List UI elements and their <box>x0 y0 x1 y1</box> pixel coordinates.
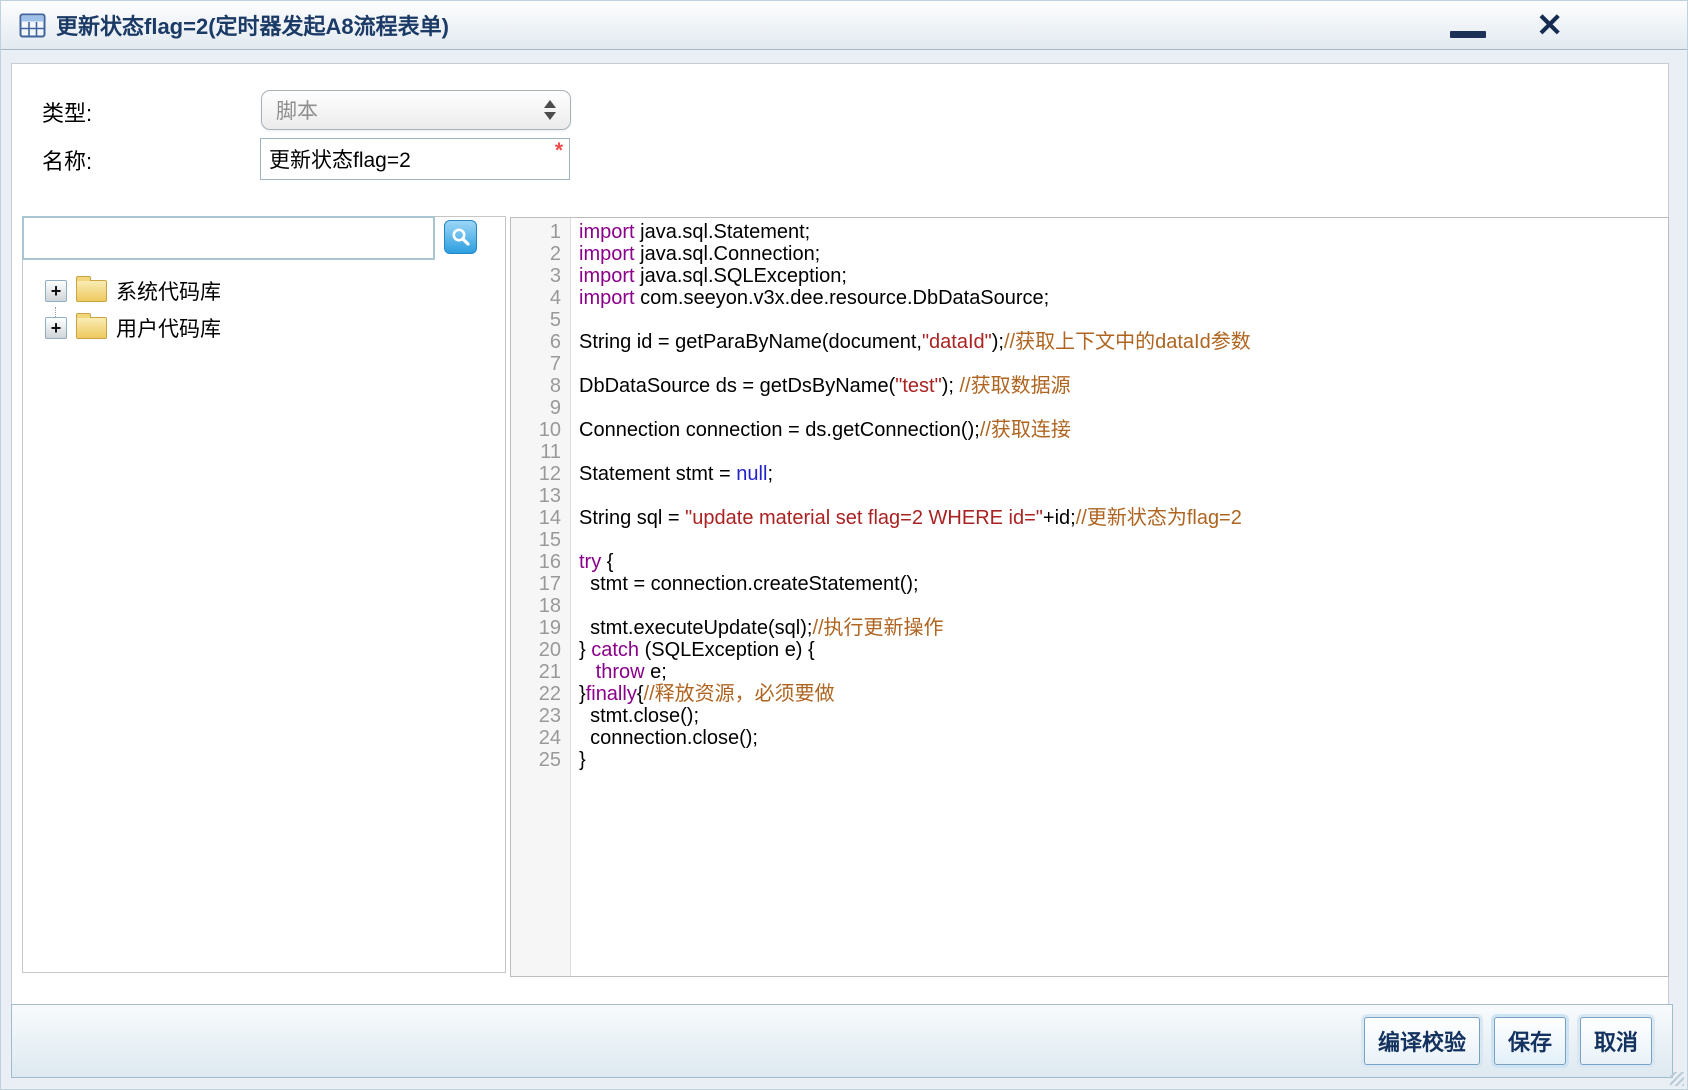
code-line: stmt.executeUpdate(sql);//执行更新操作 <box>579 617 1668 639</box>
select-arrows <box>544 100 556 120</box>
code-line: try { <box>579 551 1668 573</box>
tree-item-system-library[interactable]: + 系统代码库 <box>23 272 505 309</box>
folder-icon <box>76 280 107 302</box>
gutter-line-number: 13 <box>511 485 570 507</box>
compile-check-button[interactable]: 编译校验 <box>1364 1017 1480 1065</box>
code-line: } catch (SQLException e) { <box>579 639 1668 661</box>
gutter-line-number: 15 <box>511 529 570 551</box>
code-line <box>579 441 1668 463</box>
code-line: }finally{//释放资源，必须要做 <box>579 683 1668 705</box>
gutter-line-number: 10 <box>511 419 570 441</box>
tree-item-label: 系统代码库 <box>116 276 221 306</box>
gutter-line-number: 8 <box>511 375 570 397</box>
type-select[interactable]: 脚本 <box>261 90 571 130</box>
search-input[interactable] <box>22 216 435 260</box>
code-line <box>579 353 1668 375</box>
folder-icon <box>76 317 107 339</box>
cancel-button[interactable]: 取消 <box>1580 1017 1652 1065</box>
minimize-button[interactable] <box>1448 12 1488 38</box>
code-line <box>579 595 1668 617</box>
code-line: String id = getParaByName(document,"data… <box>579 331 1668 353</box>
gutter-line-number: 25 <box>511 749 570 771</box>
search-icon <box>450 226 472 248</box>
code-line: DbDataSource ds = getDsByName("test"); /… <box>579 375 1668 397</box>
name-field-wrapper: * <box>260 138 570 180</box>
editor-gutter: 1234567891011121314151617181920212223242… <box>511 218 571 976</box>
footer-bar: 编译校验 保存 取消 <box>11 1004 1673 1078</box>
window-title: 更新状态flag=2(定时器发起A8流程表单) <box>56 9 449 41</box>
gutter-line-number: 16 <box>511 551 570 573</box>
gutter-line-number: 20 <box>511 639 570 661</box>
gutter-line-number: 19 <box>511 617 570 639</box>
code-line: stmt.close(); <box>579 705 1668 727</box>
code-line: import com.seeyon.v3x.dee.resource.DbDat… <box>579 287 1668 309</box>
gutter-line-number: 5 <box>511 309 570 331</box>
window-controls: ✕ <box>1448 9 1669 41</box>
code-line <box>579 397 1668 419</box>
gutter-line-number: 2 <box>511 243 570 265</box>
gutter-line-number: 14 <box>511 507 570 529</box>
code-line <box>579 309 1668 331</box>
save-button[interactable]: 保存 <box>1494 1017 1566 1065</box>
code-line: Connection connection = ds.getConnection… <box>579 419 1668 441</box>
required-asterisk: * <box>555 139 563 163</box>
code-line <box>579 485 1668 507</box>
tree-item-label: 用户代码库 <box>116 313 221 343</box>
gutter-line-number: 18 <box>511 595 570 617</box>
code-line: import java.sql.Statement; <box>579 221 1668 243</box>
close-button[interactable]: ✕ <box>1536 9 1563 41</box>
type-select-value: 脚本 <box>276 95 318 125</box>
tree-item-user-library[interactable]: + 用户代码库 <box>23 309 505 346</box>
gutter-line-number: 4 <box>511 287 570 309</box>
code-line: connection.close(); <box>579 727 1668 749</box>
resize-handle[interactable] <box>1670 1072 1684 1086</box>
content-panel: 类型: 脚本 名称: * + 系统代码库 + <box>11 63 1669 1006</box>
code-line: throw e; <box>579 661 1668 683</box>
gutter-line-number: 12 <box>511 463 570 485</box>
dialog-window: { "window": { "title": "更新状态flag=2(定时器发起… <box>0 0 1688 1090</box>
search-button[interactable] <box>444 220 477 254</box>
table-icon <box>19 12 46 39</box>
name-label: 名称: <box>42 144 92 176</box>
type-label: 类型: <box>42 96 92 128</box>
gutter-line-number: 24 <box>511 727 570 749</box>
gutter-line-number: 17 <box>511 573 570 595</box>
code-line: Statement stmt = null; <box>579 463 1668 485</box>
minimize-icon <box>1450 31 1486 38</box>
code-line: stmt = connection.createStatement(); <box>579 573 1668 595</box>
gutter-line-number: 11 <box>511 441 570 463</box>
gutter-line-number: 23 <box>511 705 570 727</box>
code-line: String sql = "update material set flag=2… <box>579 507 1668 529</box>
gutter-line-number: 6 <box>511 331 570 353</box>
gutter-line-number: 3 <box>511 265 570 287</box>
code-line <box>579 529 1668 551</box>
code-line: import java.sql.Connection; <box>579 243 1668 265</box>
gutter-line-number: 1 <box>511 221 570 243</box>
close-icon: ✕ <box>1536 7 1563 43</box>
code-line: } <box>579 749 1668 771</box>
window-titlebar: 更新状态flag=2(定时器发起A8流程表单) ✕ <box>1 1 1687 50</box>
code-editor[interactable]: 1234567891011121314151617181920212223242… <box>510 217 1669 977</box>
code-library-panel: + 系统代码库 + 用户代码库 <box>22 216 506 973</box>
select-up-arrow-icon <box>544 100 556 108</box>
code-tree: + 系统代码库 + 用户代码库 <box>23 272 505 346</box>
code-line: import java.sql.SQLException; <box>579 265 1668 287</box>
expand-plus-icon[interactable]: + <box>45 317 67 339</box>
name-input[interactable] <box>260 138 570 180</box>
gutter-line-number: 7 <box>511 353 570 375</box>
expand-plus-icon[interactable]: + <box>45 280 67 302</box>
select-down-arrow-icon <box>544 112 556 120</box>
gutter-line-number: 22 <box>511 683 570 705</box>
editor-code: import java.sql.Statement;import java.sq… <box>571 218 1668 976</box>
gutter-line-number: 21 <box>511 661 570 683</box>
gutter-line-number: 9 <box>511 397 570 419</box>
